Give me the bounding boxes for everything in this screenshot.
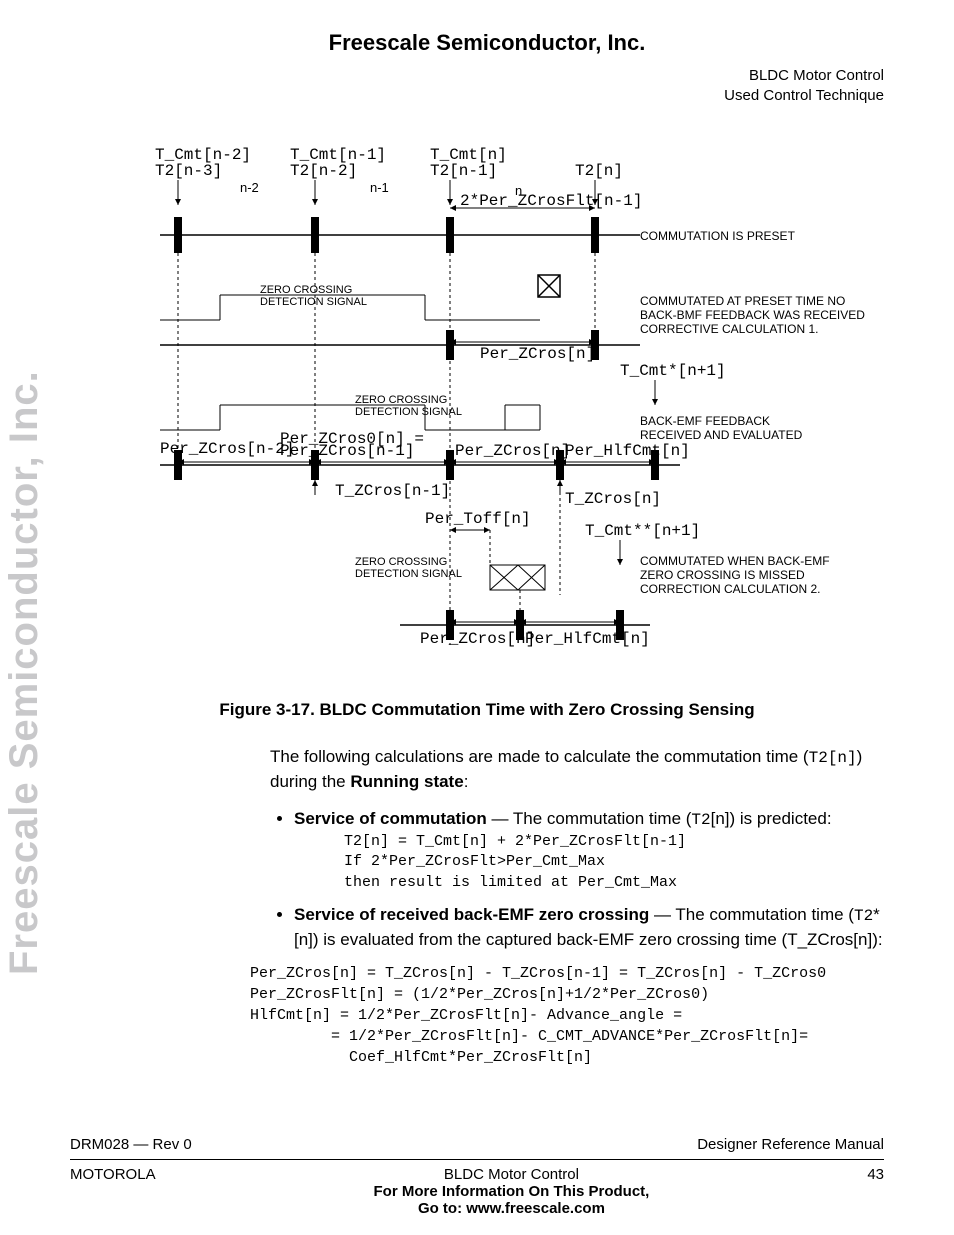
svg-text:COMMUTATED AT PRESET TIME NO: COMMUTATED AT PRESET TIME NO	[640, 294, 845, 308]
svg-text:DETECTION SIGNAL: DETECTION SIGNAL	[355, 406, 462, 418]
figure-diagram: T_Cmt[n-2] T_Cmt[n-1] T_Cmt[n] T2[n-3] T…	[120, 145, 884, 680]
footer-manual: Designer Reference Manual	[697, 1136, 884, 1153]
code-block-2: Per_ZCros[n] = T_ZCros[n] - T_ZCros[n-1]…	[250, 963, 884, 1068]
svg-text:Per_HlfCmt[n]: Per_HlfCmt[n]	[565, 442, 690, 460]
svg-text:T2[n]: T2[n]	[575, 162, 623, 180]
page-footer: DRM028 — Rev 0 Designer Reference Manual…	[70, 1136, 884, 1217]
svg-text:Per_ZCros[n]: Per_ZCros[n]	[420, 630, 535, 648]
footer-doc-id: DRM028 — Rev 0	[70, 1136, 192, 1153]
svg-text:Per_ZCros[n]: Per_ZCros[n]	[480, 345, 595, 363]
svg-text:COMMUTATION IS PRESET: COMMUTATION IS PRESET	[640, 229, 796, 243]
svg-text:BACK-EMF FEEDBACK: BACK-EMF FEEDBACK	[640, 414, 770, 428]
svg-text:Per_ZCros[n-2]: Per_ZCros[n-2]	[160, 440, 294, 458]
svg-text:T_Cmt*[n+1]: T_Cmt*[n+1]	[620, 362, 726, 380]
svg-text:T2[n-2]: T2[n-2]	[290, 162, 357, 180]
svg-text:T_ZCros[n-1]: T_ZCros[n-1]	[335, 482, 450, 500]
svg-text:Per_Toff[n]: Per_Toff[n]	[425, 510, 531, 528]
svg-text:T_ZCros[n]: T_ZCros[n]	[565, 490, 661, 508]
svg-text:ZERO CROSSING: ZERO CROSSING	[260, 284, 352, 296]
svg-text:BACK-BMF FEEDBACK WAS RECEIVED: BACK-BMF FEEDBACK WAS RECEIVED	[640, 308, 865, 322]
svg-text:CORRECTION CALCULATION 2.: CORRECTION CALCULATION 2.	[640, 582, 820, 596]
svg-text:DETECTION SIGNAL: DETECTION SIGNAL	[260, 296, 367, 308]
svg-text:ZERO CROSSING: ZERO CROSSING	[355, 556, 447, 568]
svg-text:RECEIVED AND EVALUATED: RECEIVED AND EVALUATED	[640, 428, 803, 442]
footer-info-1: For More Information On This Product,	[374, 1183, 650, 1200]
side-watermark: Freescale Semiconductor, Inc.	[2, 370, 47, 975]
footer-title: BLDC Motor Control	[444, 1166, 579, 1183]
svg-text:ZERO CROSSING IS MISSED: ZERO CROSSING IS MISSED	[640, 568, 805, 582]
footer-brand: MOTOROLA	[70, 1166, 156, 1217]
svg-text:2*Per_ZCrosFlt[n-1]: 2*Per_ZCrosFlt[n-1]	[460, 192, 642, 210]
svg-text:Per_ZCros[n]: Per_ZCros[n]	[455, 442, 570, 460]
svg-text:Per_ZCros[n-1]: Per_ZCros[n-1]	[280, 442, 414, 460]
svg-text:COMMUTATED WHEN BACK-EMF: COMMUTATED WHEN BACK-EMF	[640, 554, 830, 568]
code-block-1: T2[n] = T_Cmt[n] + 2*Per_ZCrosFlt[n-1] I…	[344, 832, 884, 893]
header-section-1: BLDC Motor Control	[749, 67, 884, 84]
page-header-company: Freescale Semiconductor, Inc.	[90, 30, 884, 56]
svg-text:T2[n-1]: T2[n-1]	[430, 162, 497, 180]
bullet-1: Service of commutation — The commutation…	[294, 807, 884, 893]
figure-caption: Figure 3-17. BLDC Commutation Time with …	[90, 700, 884, 720]
footer-info-2: Go to: www.freescale.com	[418, 1200, 605, 1217]
svg-text:CORRECTIVE CALCULATION 1.: CORRECTIVE CALCULATION 1.	[640, 322, 818, 336]
bullet-2: Service of received back-EMF zero crossi…	[294, 903, 884, 953]
svg-text:n-2: n-2	[240, 180, 259, 195]
svg-text:ZERO CROSSING: ZERO CROSSING	[355, 394, 447, 406]
svg-text:n-1: n-1	[370, 180, 389, 195]
footer-page: 43	[867, 1166, 884, 1217]
svg-text:DETECTION SIGNAL: DETECTION SIGNAL	[355, 568, 462, 580]
svg-text:Per_HlfCmt[n]: Per_HlfCmt[n]	[525, 630, 650, 648]
header-section-2: Used Control Technique	[724, 87, 884, 104]
svg-text:T2[n-3]: T2[n-3]	[155, 162, 222, 180]
intro-paragraph: The following calculations are made to c…	[270, 745, 884, 795]
svg-text:T_Cmt**[n+1]: T_Cmt**[n+1]	[585, 522, 700, 540]
